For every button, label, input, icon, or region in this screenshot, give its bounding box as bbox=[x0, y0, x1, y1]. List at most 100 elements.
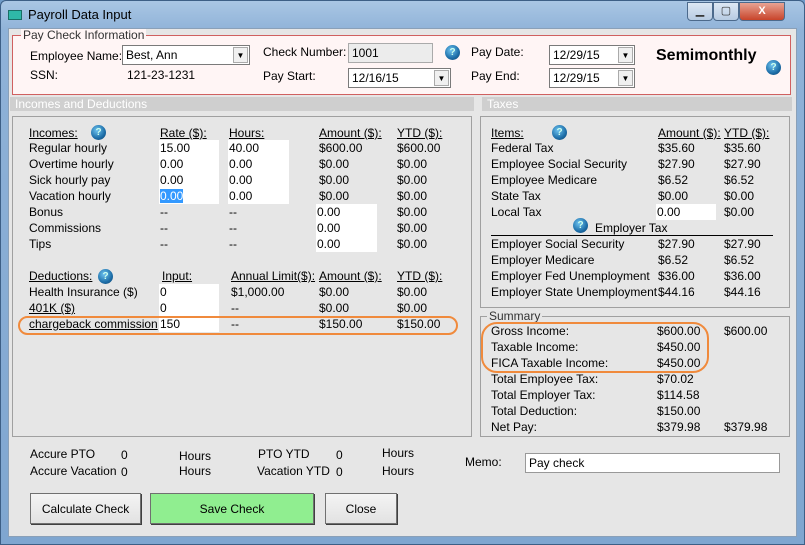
calculate-check-button[interactable]: Calculate Check bbox=[30, 493, 141, 524]
check-number-label: Check Number: bbox=[263, 45, 347, 59]
pay-end-picker[interactable]: 12/29/15 ▼ bbox=[549, 68, 635, 88]
amount-input[interactable]: 0.00 bbox=[316, 204, 377, 220]
employer-tax-label: Employer State Unemployment bbox=[491, 285, 658, 299]
taxes-header: Taxes bbox=[482, 97, 792, 111]
amount-value: $0.00 bbox=[319, 285, 350, 299]
tax-amount: $35.60 bbox=[658, 141, 695, 155]
paycheck-legend: Pay Check Information bbox=[21, 28, 147, 42]
summary-amount: $70.02 bbox=[657, 372, 694, 386]
annual-limit-value: $1,000.00 bbox=[231, 285, 285, 299]
ytd-value: $0.00 bbox=[397, 157, 428, 171]
memo-label: Memo: bbox=[465, 455, 502, 469]
amount-value: $0.00 bbox=[319, 173, 350, 187]
summary-label: Total Employer Tax: bbox=[491, 388, 596, 402]
amount-value: $600.00 bbox=[319, 141, 363, 155]
hours-value: -- bbox=[229, 221, 237, 235]
employer-tax-ytd: $36.00 bbox=[724, 269, 761, 283]
ytd-value: $0.00 bbox=[397, 285, 428, 299]
pay-end-value: 12/29/15 bbox=[553, 71, 600, 85]
rate-input[interactable]: 0.00 bbox=[159, 188, 219, 204]
tax-input[interactable]: 0.00 bbox=[656, 204, 716, 220]
income-label: Overtime hourly bbox=[29, 157, 114, 171]
hours-label: Hours bbox=[179, 464, 212, 478]
close-button[interactable]: Close bbox=[325, 493, 397, 524]
rate-input[interactable]: 0.00 bbox=[159, 156, 219, 172]
deduction-input[interactable]: 0 bbox=[159, 300, 219, 316]
ytd-value: $0.00 bbox=[397, 237, 428, 251]
ytd-header: YTD ($): bbox=[397, 126, 443, 140]
pay-start-value: 12/16/15 bbox=[352, 71, 399, 85]
ssn-value: 121-23-1231 bbox=[127, 68, 196, 82]
amount-value: $0.00 bbox=[319, 189, 350, 203]
deduction-link[interactable]: 401K ($) bbox=[29, 300, 75, 316]
help-icon[interactable]: ? bbox=[766, 60, 781, 75]
annual-limit-value: -- bbox=[231, 301, 239, 315]
employer-tax-amount: $6.52 bbox=[658, 253, 689, 267]
summary-legend: Summary bbox=[487, 309, 543, 323]
help-icon[interactable]: ? bbox=[98, 269, 113, 284]
ytd-header: YTD ($): bbox=[397, 269, 443, 283]
help-icon[interactable]: ? bbox=[91, 125, 106, 140]
amount-value: $0.00 bbox=[319, 301, 350, 315]
employee-name-label: Employee Name: bbox=[30, 49, 123, 63]
tax-ytd: $0.00 bbox=[724, 189, 755, 203]
hours-input[interactable]: 0.00 bbox=[228, 172, 289, 188]
summary-label: Total Deduction: bbox=[491, 404, 578, 418]
summary-amount: $114.58 bbox=[657, 388, 700, 402]
ytd-value: $0.00 bbox=[397, 189, 428, 203]
summary-amount: $150.00 bbox=[657, 404, 701, 418]
pay-frequency: Semimonthly bbox=[656, 47, 757, 64]
hours-label: Hours bbox=[179, 449, 212, 463]
employer-tax-title: Employer Tax bbox=[595, 221, 668, 235]
maximize-button[interactable]: ▢ bbox=[713, 2, 739, 21]
check-number-field[interactable]: 1001 bbox=[348, 43, 433, 63]
help-icon[interactable]: ? bbox=[552, 125, 567, 140]
accure-pto-value: 0 bbox=[121, 448, 128, 462]
employer-tax-label: Employer Social Security bbox=[491, 237, 625, 251]
rate-input[interactable]: 15.00 bbox=[159, 140, 219, 156]
chevron-down-icon[interactable]: ▼ bbox=[233, 47, 248, 63]
income-label: Regular hourly bbox=[29, 141, 108, 155]
income-label: Tips bbox=[29, 237, 52, 251]
rate-value: 15.00 bbox=[160, 141, 191, 155]
ytd-header: YTD ($): bbox=[724, 126, 770, 140]
amount-input[interactable]: 0.00 bbox=[316, 236, 377, 252]
accure-pto-label: Accure PTO bbox=[30, 447, 96, 461]
chevron-down-icon[interactable]: ▼ bbox=[618, 47, 633, 63]
save-check-button[interactable]: Save Check bbox=[150, 493, 314, 524]
incomes-deductions-header: Incomes and Deductions bbox=[10, 97, 474, 111]
close-window-button[interactable]: X bbox=[739, 2, 785, 21]
amount-header: Amount ($): bbox=[319, 269, 382, 283]
deduction-input[interactable]: 0 bbox=[159, 284, 219, 300]
pay-start-label: Pay Start: bbox=[263, 69, 316, 83]
amount-input[interactable]: 0.00 bbox=[316, 220, 377, 236]
hours-value: -- bbox=[229, 205, 237, 219]
hours-input[interactable]: 0.00 bbox=[228, 156, 289, 172]
rate-header: Rate ($): bbox=[160, 126, 207, 140]
chevron-down-icon[interactable]: ▼ bbox=[618, 70, 633, 86]
rate-value: 0.00 bbox=[160, 157, 184, 171]
tax-label: Federal Tax bbox=[491, 141, 554, 155]
employer-tax-amount: $44.16 bbox=[658, 285, 695, 299]
hours-input[interactable]: 0.00 bbox=[228, 188, 289, 204]
highlight-oval bbox=[18, 316, 458, 335]
tax-ytd: $35.60 bbox=[724, 141, 761, 155]
memo-input[interactable]: Pay check bbox=[525, 453, 780, 473]
summary-ytd: $600.00 bbox=[724, 324, 768, 338]
chevron-down-icon[interactable]: ▼ bbox=[434, 70, 449, 86]
deduction-label: Health Insurance ($) bbox=[29, 285, 138, 299]
help-icon[interactable]: ? bbox=[445, 45, 460, 60]
rate-input[interactable]: 0.00 bbox=[159, 172, 219, 188]
amount-header: Amount ($): bbox=[658, 126, 721, 140]
hours-input[interactable]: 40.00 bbox=[228, 140, 289, 156]
minimize-button[interactable]: ▁ bbox=[687, 2, 713, 21]
hours-label: Hours bbox=[382, 464, 415, 478]
employee-name-dropdown[interactable]: Best, Ann ▼ bbox=[122, 45, 250, 65]
pay-start-picker[interactable]: 12/16/15 ▼ bbox=[348, 68, 451, 88]
annual-limit-header: Annual Limit($): bbox=[231, 269, 316, 283]
pay-date-picker[interactable]: 12/29/15 ▼ bbox=[549, 45, 635, 65]
help-icon[interactable]: ? bbox=[573, 218, 588, 233]
hours-label: Hours bbox=[382, 446, 415, 460]
incomes-header: Incomes: bbox=[29, 126, 78, 140]
rate-value: -- bbox=[160, 205, 168, 219]
